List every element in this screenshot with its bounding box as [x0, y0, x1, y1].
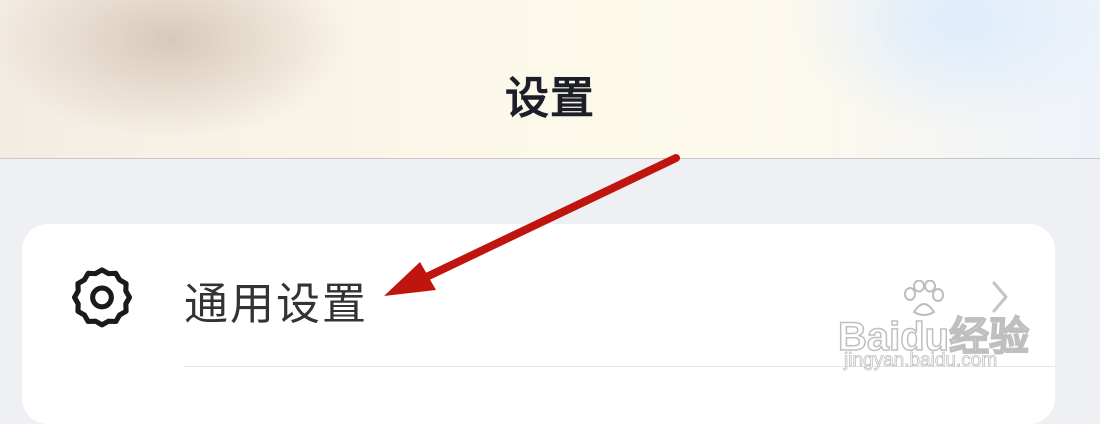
page-title: 设置: [505, 73, 595, 124]
row-divider: [184, 366, 1055, 367]
settings-item-general[interactable]: 通用设置: [22, 224, 1055, 366]
settings-card: 通用设置: [22, 224, 1055, 424]
settings-item-label: 通用设置: [184, 279, 368, 330]
chevron-right-icon: [992, 281, 1008, 313]
gear-icon: [71, 267, 133, 328]
page-header: 设置: [0, 0, 1100, 159]
